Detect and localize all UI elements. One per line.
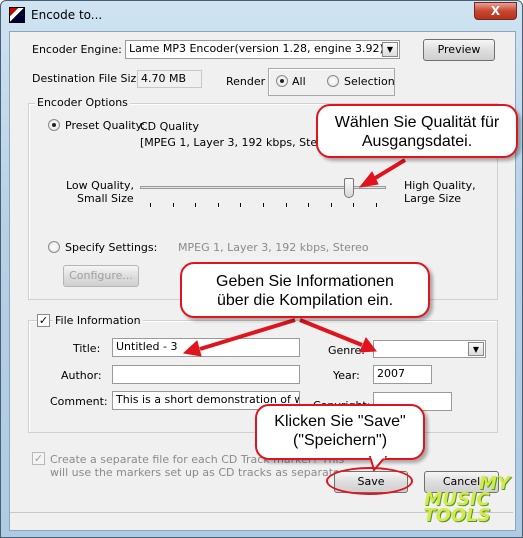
watermark-logo: MY MUSIC TOOLS <box>423 473 510 526</box>
arrow-to-title <box>199 318 296 351</box>
arrow-to-genre <box>299 318 363 347</box>
callout-quality: Wählen Sie Qualität für Ausgangsdatei. <box>316 104 518 158</box>
arrow-to-slider <box>370 158 407 182</box>
callout-save: Klicken Sie "Save" ("Speichern") <box>255 404 425 460</box>
arrowhead <box>358 171 379 188</box>
arrowhead <box>359 337 377 353</box>
arrowhead <box>182 340 202 357</box>
callout-information: Geben Sie Informationen über die Kompila… <box>180 262 430 318</box>
